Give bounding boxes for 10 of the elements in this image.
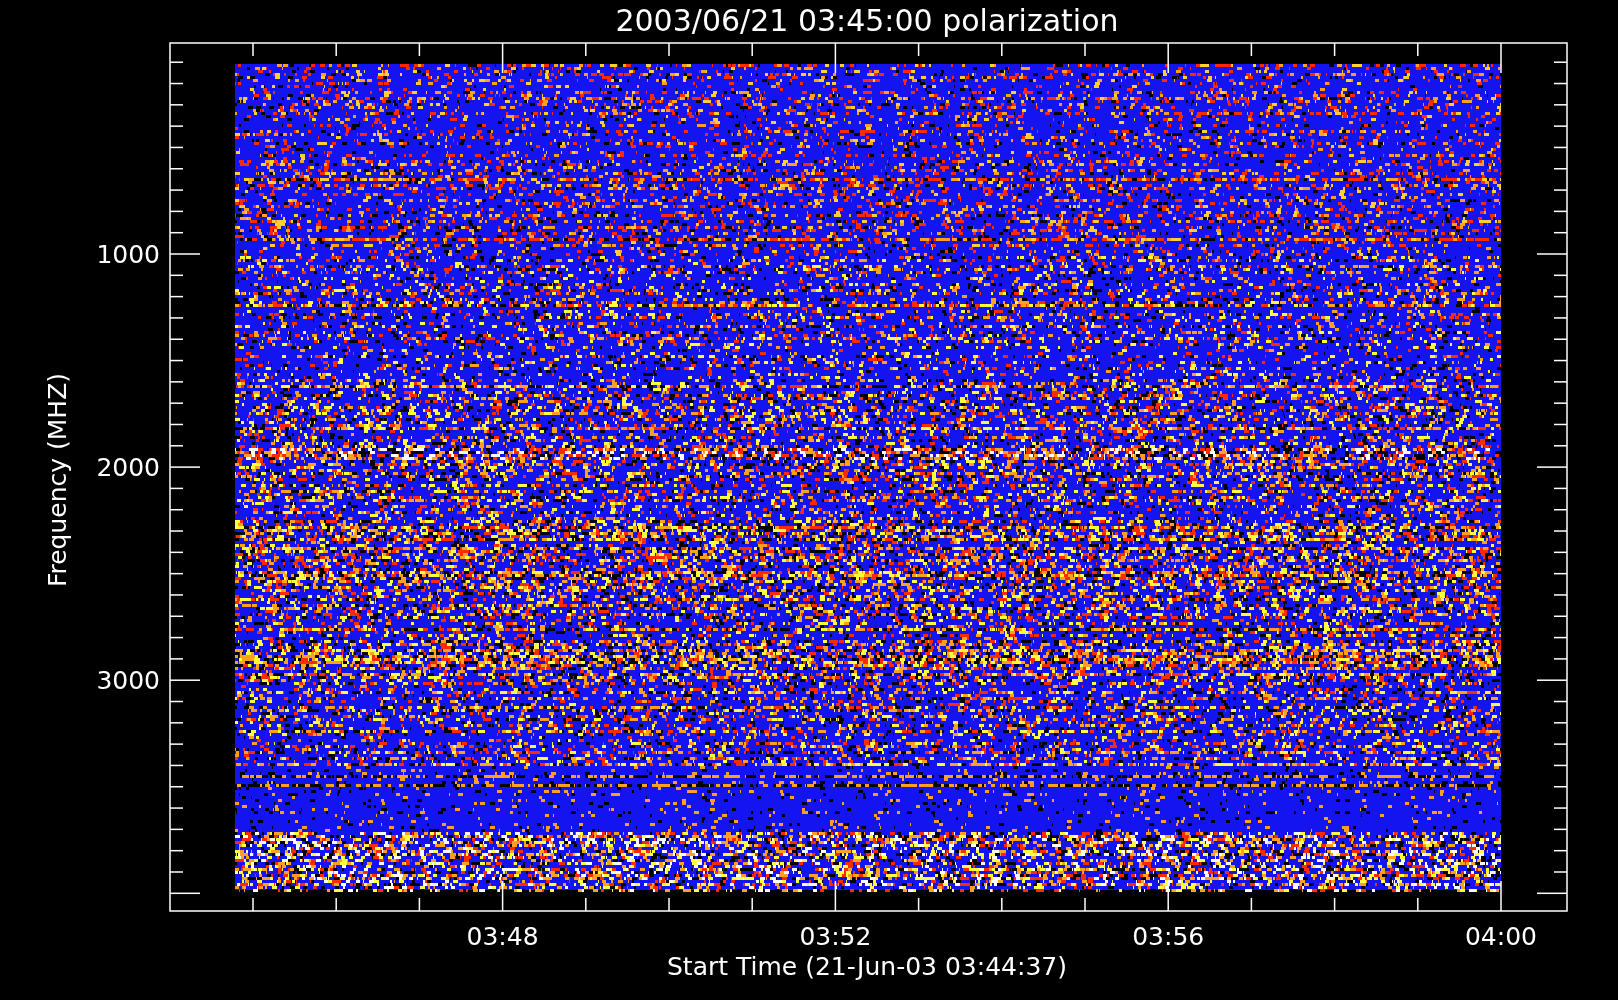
- x-tick-label: 04:00: [1465, 922, 1537, 951]
- y-tick-label: 3000: [96, 666, 160, 696]
- y-tick-label: 2000: [96, 453, 160, 483]
- chart-title: 2003/06/21 03:45:00 polarization: [615, 3, 1119, 38]
- x-tick-label: 03:56: [1132, 922, 1205, 951]
- y-axis-label: Frequency (MHZ): [43, 372, 72, 588]
- x-tick-label: 03:48: [466, 922, 539, 951]
- x-tick-label: 03:52: [799, 922, 872, 951]
- y-tick-label: 1000: [96, 240, 160, 269]
- x-axis-label: Start Time (21-Jun-03 03:44:37): [667, 952, 1067, 981]
